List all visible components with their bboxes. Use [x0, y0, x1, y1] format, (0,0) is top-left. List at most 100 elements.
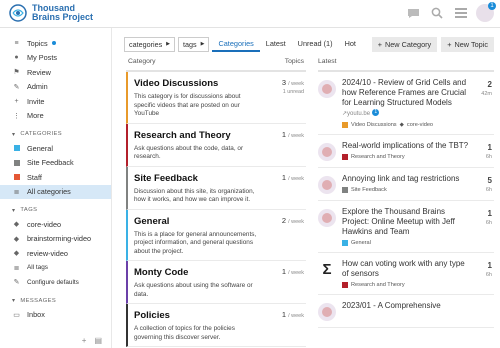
sidebar-category-staff[interactable]: Staff [0, 170, 111, 185]
category-row[interactable]: Video Discussions This category is for di… [126, 72, 306, 124]
notification-badge: 1 [488, 2, 496, 10]
topic-category-link[interactable]: General [351, 240, 371, 246]
topic-link-domain[interactable]: youtu.be [347, 111, 370, 117]
topic-title-link[interactable]: Real-world implications of the TBT? [342, 141, 468, 150]
poster-avatar[interactable] [318, 176, 336, 194]
topic-title-link[interactable]: How can voting work with any type of sen… [342, 259, 465, 278]
poster-avatar[interactable]: Σ [318, 261, 336, 279]
list-icon: ≣ [13, 188, 20, 196]
category-row[interactable]: Policies A collection of topics for the p… [126, 304, 306, 347]
categories-dropdown[interactable]: categories ▶ [124, 36, 176, 52]
latest-topic-row[interactable]: 2023/01 - A Comprehensive [318, 295, 494, 328]
inbox-icon: ▭ [13, 311, 20, 319]
category-title[interactable]: Research and Theory [134, 130, 302, 141]
sidebar-tag-review-video[interactable]: ◆ review-video [0, 246, 111, 261]
topics-period: / week [288, 218, 304, 225]
latest-topic-row[interactable]: Σ How can voting work with any type of se… [318, 253, 494, 295]
categories-section-toggle[interactable]: ▾ CATEGORIES [0, 127, 111, 141]
plus-icon: + [377, 39, 382, 49]
category-title[interactable]: General [134, 216, 302, 227]
new-category-button[interactable]: + New Category [371, 36, 438, 52]
topic-title-link[interactable]: 2023/01 - A Comprehensive [342, 301, 441, 310]
search-icon[interactable] [428, 4, 446, 22]
topics-period: / week [288, 175, 304, 182]
category-row[interactable]: Site Feedback Discussion about this site,… [126, 166, 306, 210]
sidebar: ≡ Topics ● My Posts ⚑ Review ✎ Admin + I… [0, 28, 112, 348]
category-color-swatch [13, 159, 20, 166]
latest-topic-row[interactable]: 2024/10 - Review of Grid Cells and how R… [318, 72, 494, 135]
topic-title-link[interactable]: Annoying link and tag restrictions [342, 174, 459, 183]
sidebar-configure-defaults[interactable]: ✎ Configure defaults [0, 275, 111, 290]
topics-per-week: 3 / week 1 unread [282, 78, 304, 95]
column-header-topics: Topics [284, 58, 304, 65]
poster-avatar[interactable] [318, 209, 336, 227]
sidebar-item-admin[interactable]: ✎ Admin [0, 80, 111, 95]
category-row[interactable]: Monty Code Ask questions about using the … [126, 261, 306, 304]
activity-time[interactable]: 6h [486, 272, 492, 278]
unread-count[interactable]: 1 unread [282, 89, 304, 95]
poster-avatar[interactable] [318, 303, 336, 321]
user-avatar[interactable]: 1 [476, 2, 496, 22]
sidebar-tag-core-video[interactable]: ◆ core-video [0, 217, 111, 232]
activity-time[interactable]: 6h [486, 187, 492, 193]
sidebar-tag-brainstorming-video[interactable]: ◆ brainstorming-video [0, 232, 111, 247]
sidebar-settings-icon[interactable]: ▤ [94, 336, 102, 345]
sidebar-item-more[interactable]: ⋮ More [0, 109, 111, 124]
category-description: This is a place for general announcement… [134, 230, 257, 255]
sidebar-item-topics[interactable]: ≡ Topics [0, 36, 111, 51]
site-logo[interactable]: Thousand Brains Project [8, 3, 93, 23]
poster-avatar[interactable] [318, 80, 336, 98]
tab-hot[interactable]: Hot [339, 36, 362, 52]
topics-per-week: 2 / week [282, 216, 304, 225]
chat-icon[interactable] [404, 4, 422, 22]
reply-count: 1 [487, 209, 492, 218]
tab-latest[interactable]: Latest [260, 36, 292, 52]
topics-count: 1 [281, 172, 286, 182]
messages-section-toggle[interactable]: ▾ MESSAGES [0, 294, 111, 308]
category-row[interactable]: Research and Theory Ask questions about t… [126, 123, 306, 167]
unread-badge[interactable]: 1 [372, 109, 380, 117]
hamburger-menu-icon[interactable] [452, 4, 470, 22]
tags-section-toggle[interactable]: ▾ TAGS [0, 203, 111, 217]
latest-topic-row[interactable]: Explore the Thousand Brains Project: Onl… [318, 201, 494, 253]
category-color-swatch [13, 145, 20, 152]
user-plus-icon: + [14, 97, 19, 105]
sidebar-category-general[interactable]: General [0, 141, 111, 156]
topics-per-week: 1 / week [282, 310, 304, 319]
new-topic-button[interactable]: + New Topic [441, 36, 494, 52]
tags-dropdown[interactable]: tags ▶ [178, 36, 210, 52]
latest-topic-row[interactable]: Annoying link and tag restrictions Site F… [318, 168, 494, 201]
topics-period: / week [288, 81, 304, 87]
category-title[interactable]: Site Feedback [134, 173, 302, 184]
topic-category-link[interactable]: Video Discussions [351, 122, 397, 128]
category-color-swatch [13, 174, 20, 181]
category-title[interactable]: Policies [134, 310, 302, 321]
topics-count: 1 [281, 310, 286, 319]
sidebar-item-invite[interactable]: + Invite [0, 94, 111, 109]
topic-title-link[interactable]: Explore the Thousand Brains Project: Onl… [342, 207, 455, 236]
category-color-swatch [342, 240, 348, 246]
sidebar-all-tags[interactable]: ≣ All tags [0, 261, 111, 276]
sidebar-item-my-posts[interactable]: ● My Posts [0, 51, 111, 66]
topic-title-link[interactable]: 2024/10 - Review of Grid Cells and how R… [342, 78, 466, 107]
poster-avatar[interactable] [318, 143, 336, 161]
activity-time[interactable]: 6h [486, 154, 492, 160]
category-title[interactable]: Video Discussions [134, 78, 302, 89]
sidebar-category-site-feedback[interactable]: Site Feedback [0, 156, 111, 171]
tab-unread[interactable]: Unread (1) [292, 36, 339, 52]
topic-category-link[interactable]: Research and Theory [351, 154, 405, 160]
sidebar-inbox[interactable]: ▭ Inbox [0, 308, 111, 323]
activity-time[interactable]: 6h [486, 220, 492, 226]
brand-line-2: Brains Project [32, 12, 94, 22]
tab-categories[interactable]: Categories [212, 36, 260, 52]
sidebar-all-categories[interactable]: ≣ All categories [0, 184, 111, 199]
category-row[interactable]: General This is a place for general annou… [126, 209, 306, 261]
category-title[interactable]: Monty Code [134, 267, 302, 278]
activity-time[interactable]: 42m [481, 91, 492, 97]
topic-category-link[interactable]: Research and Theory [351, 282, 405, 288]
topic-tag-link[interactable]: core-video [407, 122, 433, 128]
topic-category-link[interactable]: Site Feedback [351, 187, 387, 193]
sidebar-item-review[interactable]: ⚑ Review [0, 65, 111, 80]
add-section-icon[interactable]: + [82, 336, 87, 345]
latest-topic-row[interactable]: Real-world implications of the TBT? Resea… [318, 135, 494, 168]
